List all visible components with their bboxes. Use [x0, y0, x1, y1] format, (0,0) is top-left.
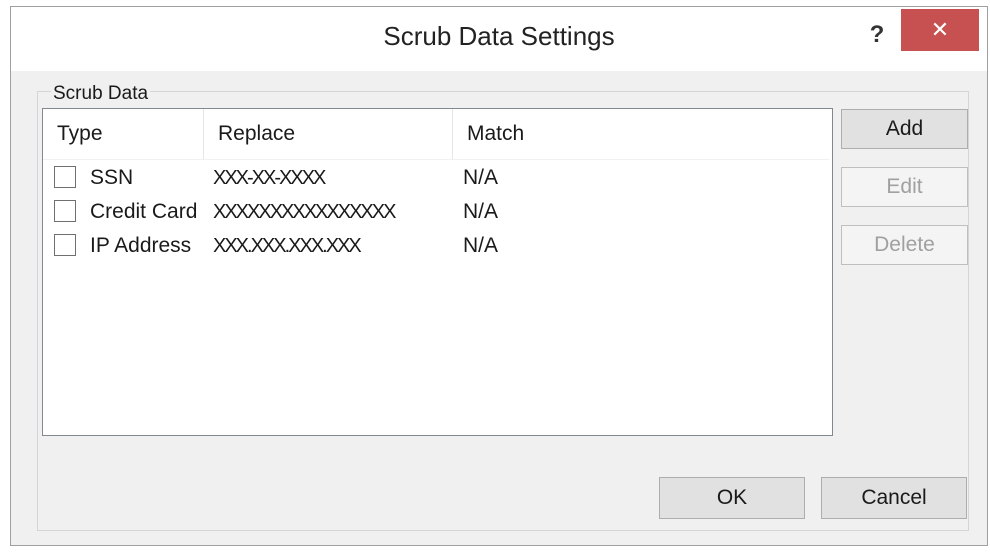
- close-icon[interactable]: ✕: [901, 9, 979, 51]
- scrub-data-group-label: Scrub Data: [51, 83, 151, 105]
- row-checkbox[interactable]: [54, 200, 76, 222]
- row-match: N/A: [463, 234, 499, 257]
- ok-button[interactable]: OK: [659, 477, 805, 519]
- edit-button[interactable]: Edit: [841, 167, 968, 207]
- list-item[interactable]: Credit Card XXXXXXXXXXXXXXXX N/A: [43, 195, 829, 229]
- column-header-replace[interactable]: Replace: [204, 109, 453, 159]
- row-replace: XXXXXXXXXXXXXXXX: [213, 201, 396, 223]
- row-checkbox[interactable]: [54, 234, 76, 256]
- scrub-rules-list[interactable]: Type Replace Match SSN XXX-XX-XXXX N/A C…: [42, 108, 833, 436]
- delete-button[interactable]: Delete: [841, 225, 968, 265]
- row-match: N/A: [463, 200, 499, 223]
- dialog-title: Scrub Data Settings: [383, 21, 615, 51]
- column-header-type[interactable]: Type: [43, 109, 204, 159]
- add-button[interactable]: Add: [841, 109, 968, 149]
- row-type: SSN: [90, 166, 134, 189]
- row-match: N/A: [463, 166, 499, 189]
- list-item[interactable]: IP Address XXX.XXX.XXX.XXX N/A: [43, 229, 829, 263]
- row-type: IP Address: [90, 234, 192, 257]
- row-type: Credit Card: [90, 200, 198, 223]
- help-icon[interactable]: ?: [863, 15, 891, 55]
- list-item[interactable]: SSN XXX-XX-XXXX N/A: [43, 161, 829, 195]
- cancel-button[interactable]: Cancel: [821, 477, 967, 519]
- title-bar: Scrub Data Settings ? ✕: [11, 7, 987, 71]
- scrub-data-settings-dialog: Scrub Data Settings ? ✕ Scrub Data Type …: [10, 6, 988, 546]
- row-checkbox[interactable]: [54, 166, 76, 188]
- list-header: Type Replace Match: [43, 109, 829, 160]
- row-replace: XXX-XX-XXXX: [213, 167, 326, 189]
- row-replace: XXX.XXX.XXX.XXX: [213, 235, 362, 257]
- column-header-match[interactable]: Match: [453, 109, 829, 159]
